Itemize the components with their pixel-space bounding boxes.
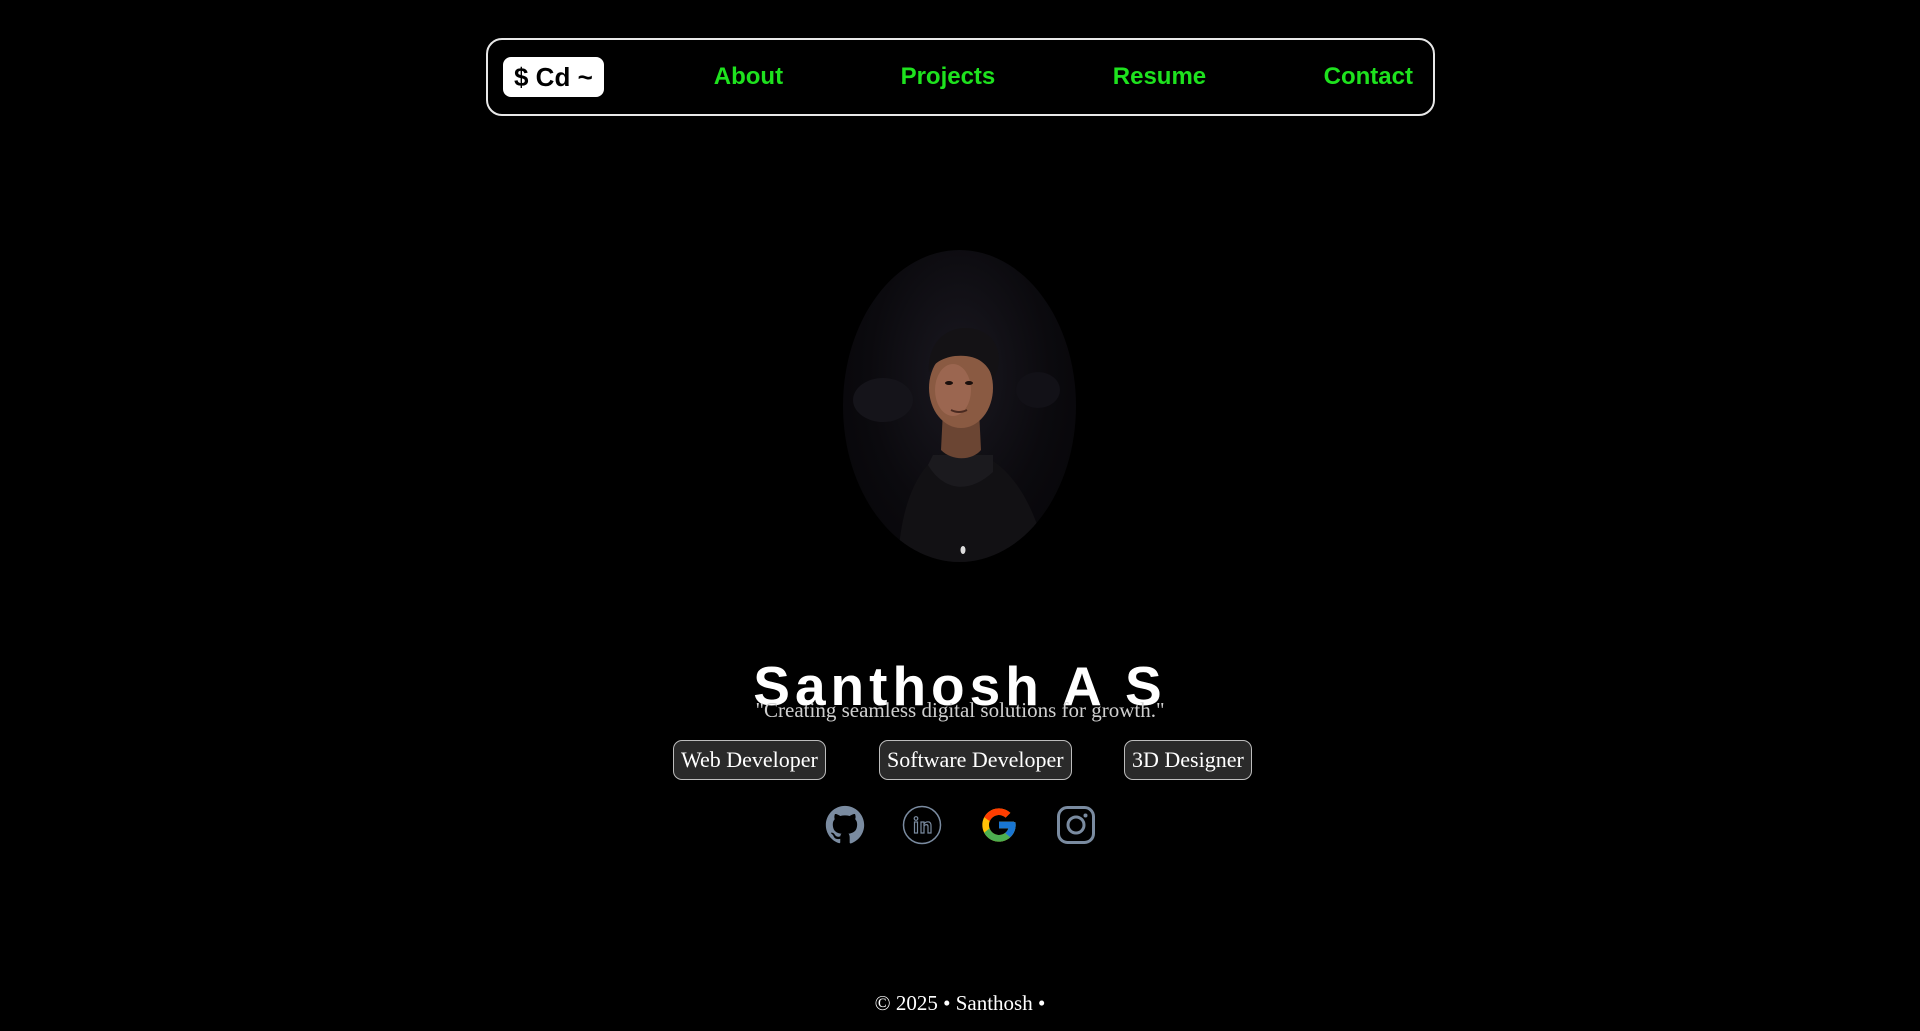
social-links: [0, 805, 1920, 845]
linkedin-link[interactable]: [902, 805, 942, 845]
nav-link-resume[interactable]: Resume: [1113, 63, 1206, 91]
logo-button[interactable]: $ Cd ~: [503, 57, 604, 97]
github-link[interactable]: [825, 805, 865, 845]
nav-link-contact[interactable]: Contact: [1324, 63, 1413, 91]
instagram-link[interactable]: [1056, 805, 1096, 845]
footer-copyright: © 2025 • Santhosh •: [874, 991, 1046, 1015]
role-list: Web Developer Software Developer 3D Desi…: [0, 740, 1920, 780]
linkedin-icon: [902, 805, 942, 845]
nav-link-projects[interactable]: Projects: [901, 63, 996, 91]
github-icon: [825, 805, 865, 844]
role-chip-web-developer: Web Developer: [673, 740, 826, 780]
role-chip-3d-designer: 3D Designer: [1124, 740, 1252, 780]
hero-tagline: "Creating seamless digital solutions for…: [755, 698, 1165, 722]
nav-links: About Projects Resume Contact: [714, 63, 1413, 91]
google-link[interactable]: [979, 805, 1019, 845]
profile-photo: [843, 250, 1076, 562]
instagram-icon: [1057, 806, 1095, 844]
profile-photo-illustration: [853, 327, 1060, 562]
navbar: $ Cd ~ About Projects Resume Contact: [486, 38, 1435, 116]
role-chip-software-developer: Software Developer: [879, 740, 1072, 780]
google-icon: [982, 808, 1016, 842]
nav-link-about[interactable]: About: [714, 63, 783, 91]
